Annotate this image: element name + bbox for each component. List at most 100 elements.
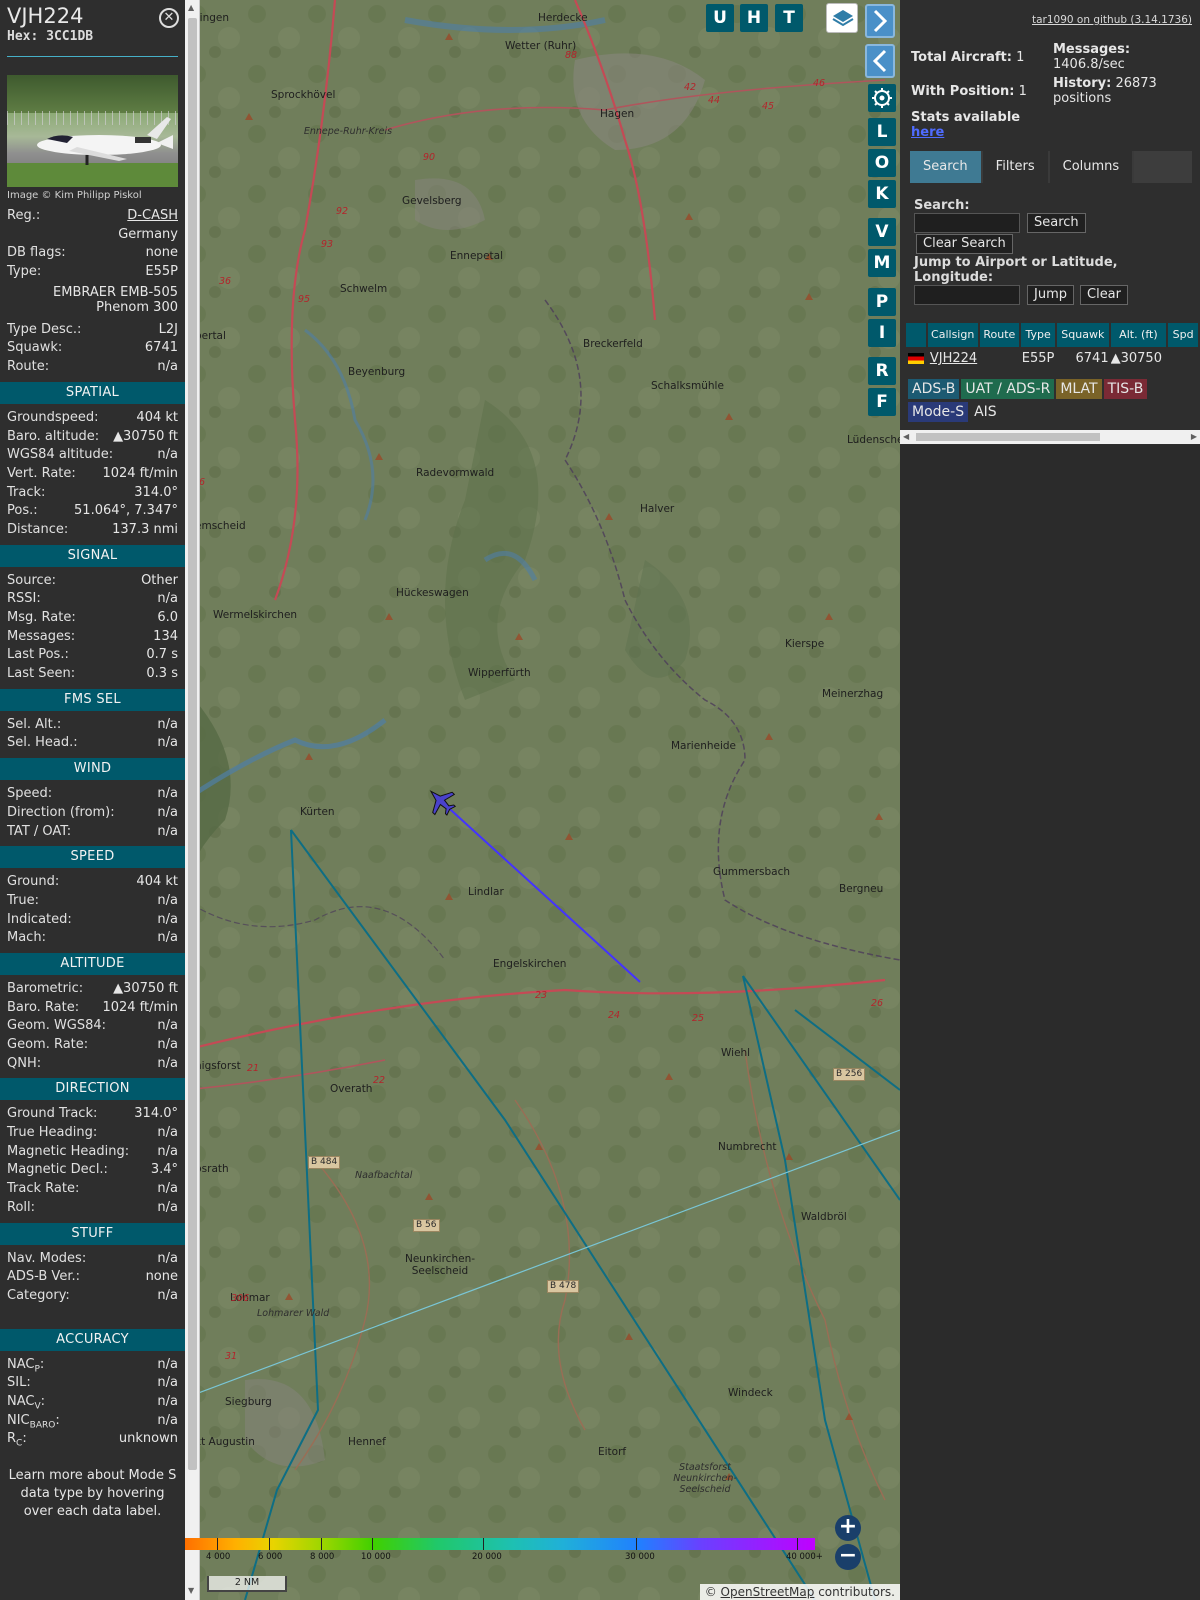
- direction-label[interactable]: True Heading:: [7, 1124, 97, 1143]
- col-speed[interactable]: Spd: [1168, 323, 1198, 347]
- osm-link[interactable]: OpenStreetMap: [721, 1585, 815, 1599]
- spatial-label[interactable]: WGS84 altitude:: [7, 446, 113, 465]
- source-mlat[interactable]: MLAT: [1056, 379, 1102, 399]
- altitude-label[interactable]: Geom. WGS84:: [7, 1017, 106, 1036]
- col-callsign[interactable]: Callsign: [927, 323, 978, 347]
- info-panel-scrollbar[interactable]: ▲ ▼: [185, 0, 200, 1600]
- fms-label[interactable]: Sel. Alt.:: [7, 716, 61, 735]
- scrollbar-thumb[interactable]: [188, 18, 197, 1470]
- altitude-label[interactable]: Barometric:: [7, 980, 83, 999]
- wind-label[interactable]: Direction (from):: [7, 804, 115, 823]
- map-button-v[interactable]: V: [868, 218, 896, 246]
- col-altitude[interactable]: Alt. (ft): [1110, 323, 1167, 347]
- speed-label[interactable]: Ground:: [7, 873, 59, 892]
- accuracy-label[interactable]: NICBARO:: [7, 1412, 60, 1431]
- speed-label[interactable]: Indicated:: [7, 911, 72, 930]
- scroll-down-icon[interactable]: ▼: [188, 1586, 194, 1595]
- jump-button[interactable]: Jump: [1027, 285, 1074, 305]
- search-button[interactable]: Search: [1027, 213, 1086, 233]
- prev-arrow-icon[interactable]: [865, 44, 895, 78]
- jump-input[interactable]: [914, 285, 1020, 305]
- accuracy-row: NACP: n/a: [0, 1356, 185, 1375]
- map-button-l[interactable]: L: [868, 118, 896, 146]
- stuff-label[interactable]: Nav. Modes:: [7, 1250, 86, 1269]
- clear-button[interactable]: Clear: [1080, 285, 1128, 305]
- stuff-label[interactable]: ADS-B Ver.:: [7, 1268, 80, 1287]
- toolbar-button-h[interactable]: H: [740, 4, 768, 32]
- search-input[interactable]: [914, 213, 1020, 233]
- signal-label[interactable]: Last Pos.:: [7, 646, 69, 665]
- direction-label[interactable]: Magnetic Decl.:: [7, 1161, 108, 1180]
- spatial-label[interactable]: Vert. Rate:: [7, 465, 76, 484]
- toolbar-button-u[interactable]: U: [706, 4, 734, 32]
- signal-label[interactable]: RSSI:: [7, 590, 41, 609]
- col-route[interactable]: Route: [979, 323, 1020, 347]
- signal-label[interactable]: Last Seen:: [7, 665, 75, 684]
- stuff-label[interactable]: Category:: [7, 1287, 70, 1306]
- map-button-r[interactable]: R: [868, 357, 896, 385]
- row-callsign-link[interactable]: VJH224: [928, 349, 978, 369]
- map-view[interactable]: attingen Herdecke Wetter (Ruhr) Sprockhövel…: [185, 0, 900, 1600]
- altitude-label[interactable]: Baro. Rate:: [7, 999, 79, 1018]
- col-squawk[interactable]: Squawk: [1056, 323, 1109, 347]
- speed-label[interactable]: True:: [7, 892, 39, 911]
- wind-label[interactable]: Speed:: [7, 785, 52, 804]
- map-button-f[interactable]: F: [868, 388, 896, 416]
- reg-link[interactable]: D-CASH: [127, 207, 178, 226]
- direction-label[interactable]: Roll:: [7, 1199, 35, 1218]
- source-tisb[interactable]: TIS-B: [1103, 379, 1148, 399]
- source-modes[interactable]: Mode-S: [908, 402, 969, 422]
- close-icon[interactable]: ✕: [159, 8, 179, 28]
- spatial-label[interactable]: Groundspeed:: [7, 409, 98, 428]
- altitude-label[interactable]: QNH:: [7, 1055, 41, 1074]
- zoom-out-icon[interactable]: −: [835, 1544, 861, 1570]
- layers-icon[interactable]: [826, 3, 858, 33]
- wind-label[interactable]: TAT / OAT:: [7, 823, 71, 842]
- accuracy-label[interactable]: RC:: [7, 1430, 27, 1449]
- spatial-label[interactable]: Pos.:: [7, 502, 38, 521]
- scroll-up-icon[interactable]: ▲: [188, 3, 194, 12]
- map-button-o[interactable]: O: [868, 149, 896, 177]
- scroll-right-icon[interactable]: ▶: [1191, 432, 1197, 441]
- map-button-m[interactable]: M: [868, 249, 896, 277]
- signal-label[interactable]: Msg. Rate:: [7, 609, 76, 628]
- tab-filters[interactable]: Filters: [982, 151, 1048, 183]
- scroll-left-icon[interactable]: ◀: [903, 432, 909, 441]
- tab-search[interactable]: Search: [910, 151, 981, 183]
- next-arrow-icon[interactable]: [865, 4, 895, 38]
- map-button-i[interactable]: I: [868, 319, 896, 347]
- stats-here-link[interactable]: here: [911, 125, 944, 140]
- tab-columns[interactable]: Columns: [1049, 151, 1133, 183]
- col-flag[interactable]: [906, 323, 926, 347]
- altitude-label[interactable]: Geom. Rate:: [7, 1036, 88, 1055]
- road-number: 88: [565, 50, 578, 61]
- signal-label[interactable]: Source:: [7, 572, 56, 591]
- aircraft-photo[interactable]: [7, 75, 178, 187]
- speed-label[interactable]: Mach:: [7, 929, 46, 948]
- col-type[interactable]: Type: [1021, 323, 1055, 347]
- spatial-label[interactable]: Distance:: [7, 521, 68, 540]
- map-button-p[interactable]: P: [868, 288, 896, 316]
- signal-label[interactable]: Messages:: [7, 628, 75, 647]
- table-row[interactable]: VJH224 E55P 6741 ▲30750: [906, 349, 1200, 369]
- hscroll-thumb[interactable]: [916, 433, 1100, 441]
- zoom-in-icon[interactable]: +: [835, 1515, 861, 1541]
- map-button-k[interactable]: K: [868, 180, 896, 208]
- toolbar-button-t[interactable]: T: [775, 4, 803, 32]
- clear-search-button[interactable]: Clear Search: [916, 234, 1013, 254]
- accuracy-label[interactable]: NACV:: [7, 1393, 45, 1412]
- table-horizontal-scrollbar[interactable]: ◀ ▶: [900, 430, 1200, 444]
- source-uat[interactable]: UAT / ADS-R: [961, 379, 1055, 399]
- accuracy-label[interactable]: NACP:: [7, 1356, 44, 1375]
- spatial-label[interactable]: Track:: [7, 484, 45, 503]
- direction-label[interactable]: Track Rate:: [7, 1180, 79, 1199]
- source-ais[interactable]: AIS: [970, 402, 1001, 422]
- direction-label[interactable]: Ground Track:: [7, 1105, 97, 1124]
- spatial-label[interactable]: Baro. altitude:: [7, 428, 99, 447]
- settings-gear-icon[interactable]: [868, 84, 896, 112]
- source-adsb[interactable]: ADS-B: [908, 379, 960, 399]
- github-version-link[interactable]: tar1090 on github (3.14.1736): [1032, 14, 1192, 26]
- fms-label[interactable]: Sel. Head.:: [7, 734, 78, 753]
- accuracy-label[interactable]: SIL:: [7, 1374, 31, 1393]
- direction-label[interactable]: Magnetic Heading:: [7, 1143, 129, 1162]
